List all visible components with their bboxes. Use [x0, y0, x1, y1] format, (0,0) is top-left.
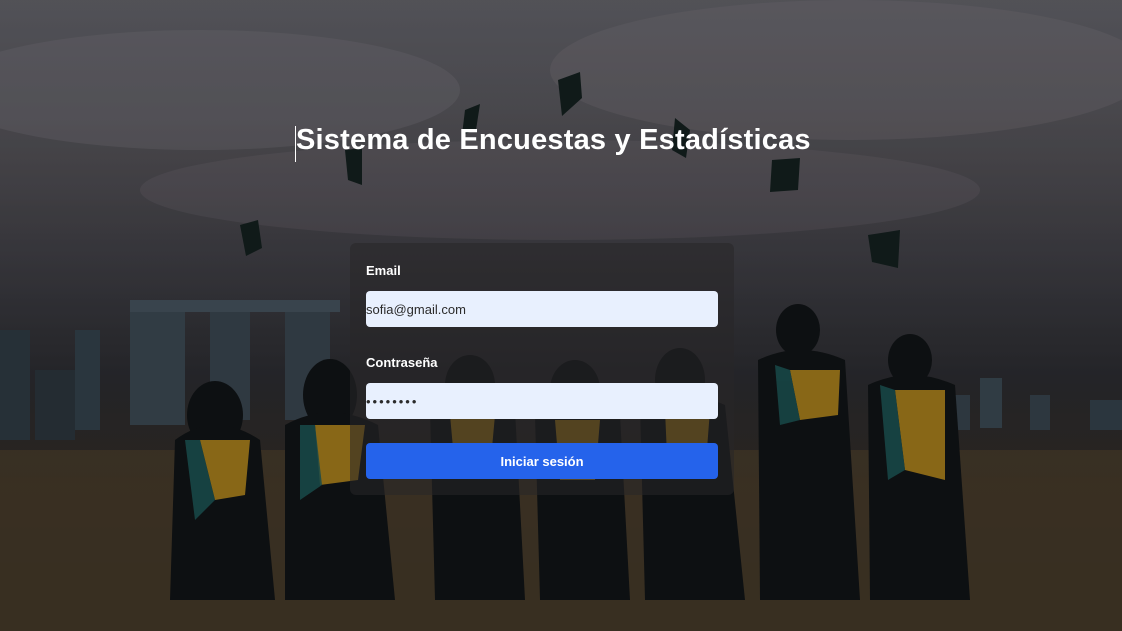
password-label: Contraseña — [366, 355, 438, 370]
password-field[interactable] — [366, 383, 718, 419]
login-button[interactable]: Iniciar sesión — [366, 443, 718, 479]
page-title: Sistema de Encuestas y Estadísticas — [296, 124, 811, 156]
login-card: Email Contraseña Iniciar sesión — [350, 243, 734, 495]
email-label: Email — [366, 263, 401, 278]
email-field[interactable] — [366, 291, 718, 327]
